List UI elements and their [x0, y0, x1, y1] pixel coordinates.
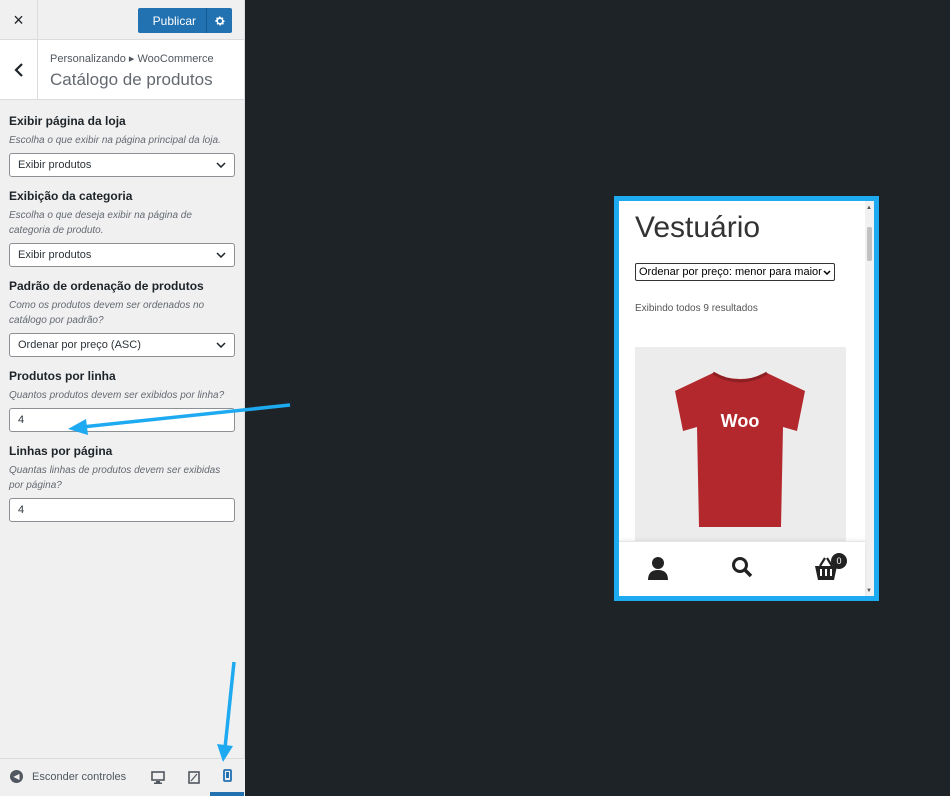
annotation-arrow-products-per-row — [68, 403, 291, 435]
tshirt-image: Woo — [675, 371, 805, 527]
chevron-left-icon — [13, 63, 23, 77]
preview-tablet-button[interactable] — [184, 767, 204, 787]
mobile-preview-frame: Vestuário Ordenar por preço: menor para … — [614, 196, 879, 601]
preview-product-card[interactable]: Woo — [635, 347, 846, 542]
control-default-sorting: Padrão de ordenação de produtos Como os … — [9, 279, 235, 357]
default-sorting-select[interactable]: Ordenar por preço (ASC) — [9, 333, 235, 357]
desktop-icon — [151, 770, 165, 784]
select-value: Exibir produtos — [18, 249, 92, 261]
preview-page-title: Vestuário — [635, 211, 761, 244]
preview-sort-select[interactable]: Ordenar por preço: menor para maior — [635, 263, 835, 281]
collapse-icon: ◀ — [10, 770, 23, 783]
account-link[interactable] — [647, 556, 673, 582]
mobile-icon — [222, 769, 232, 782]
section-header: Personalizando ▸ WooCommerce Catálogo de… — [0, 40, 244, 100]
preview-scrollbar[interactable]: ▲ ▼ — [865, 201, 874, 596]
preview-result-count: Exibindo todos 9 resultados — [635, 303, 758, 314]
control-label: Exibição da categoria — [9, 189, 133, 203]
gear-icon — [214, 16, 225, 25]
chevron-down-icon — [823, 269, 831, 275]
cart-link[interactable]: 0 — [813, 552, 849, 580]
select-value: Exibir produtos — [18, 159, 92, 171]
hide-controls-label: Esconder controles — [32, 770, 127, 783]
control-description: Como os produtos devem ser ordenados no … — [9, 300, 205, 326]
tablet-icon — [188, 770, 200, 784]
control-description: Escolha o que deseja exibir na página de… — [9, 210, 192, 236]
preview-mobile-button[interactable] — [210, 759, 244, 796]
publish-group: Publicar — [137, 8, 232, 33]
chevron-down-icon — [216, 252, 226, 258]
cart-count-badge: 0 — [836, 556, 841, 566]
user-icon — [648, 557, 668, 580]
close-customizer-button[interactable]: × — [0, 0, 38, 40]
controls-list: Exibir página da loja Escolha o que exib… — [0, 100, 244, 522]
publish-button[interactable]: Publicar — [137, 8, 206, 33]
back-button[interactable] — [0, 40, 38, 100]
customizer-footer: ◀ Esconder controles — [0, 758, 245, 796]
control-rows-per-page: Linhas por página Quantas linhas de prod… — [9, 444, 235, 522]
scroll-thumb[interactable] — [867, 227, 872, 261]
select-value: Ordenar por preço (ASC) — [18, 339, 141, 351]
breadcrumb: Personalizando ▸ WooCommerce — [50, 53, 214, 65]
close-icon: × — [13, 9, 24, 30]
customizer-topbar: × Publicar — [0, 0, 244, 40]
publish-settings-button[interactable] — [206, 8, 232, 33]
rows-per-page-input[interactable]: 4 — [9, 498, 235, 522]
search-icon — [732, 557, 753, 578]
category-display-select[interactable]: Exibir produtos — [9, 243, 235, 267]
annotation-arrow-mobile-button — [217, 661, 236, 762]
control-label: Exibir página da loja — [9, 114, 126, 128]
control-label: Linhas por página — [9, 444, 113, 458]
control-shop-display: Exibir página da loja Escolha o que exib… — [9, 114, 235, 177]
shop-display-select[interactable]: Exibir produtos — [9, 153, 235, 177]
search-link[interactable] — [731, 556, 757, 582]
scroll-down-icon: ▼ — [866, 588, 872, 594]
chevron-down-icon — [216, 162, 226, 168]
chevron-down-icon — [216, 342, 226, 348]
section-title: Catálogo de produtos — [50, 70, 213, 89]
preview-mobile-footer: 0 — [619, 541, 865, 596]
select-value: Ordenar por preço: menor para maior — [639, 266, 822, 278]
hide-controls-button[interactable]: ◀ Esconder controles — [10, 770, 126, 783]
control-description: Quantas linhas de produtos devem ser exi… — [9, 465, 221, 491]
basket-icon: 0 — [815, 553, 847, 580]
scroll-up-icon: ▲ — [866, 205, 872, 211]
control-description: Escolha o que exibir na página principal… — [9, 135, 221, 146]
control-label: Produtos por linha — [9, 369, 116, 383]
control-label: Padrão de ordenação de produtos — [9, 279, 204, 293]
preview-desktop-button[interactable] — [148, 767, 168, 787]
product-logo-text: Woo — [721, 411, 760, 431]
control-category-display: Exibição da categoria Escolha o que dese… — [9, 189, 235, 267]
